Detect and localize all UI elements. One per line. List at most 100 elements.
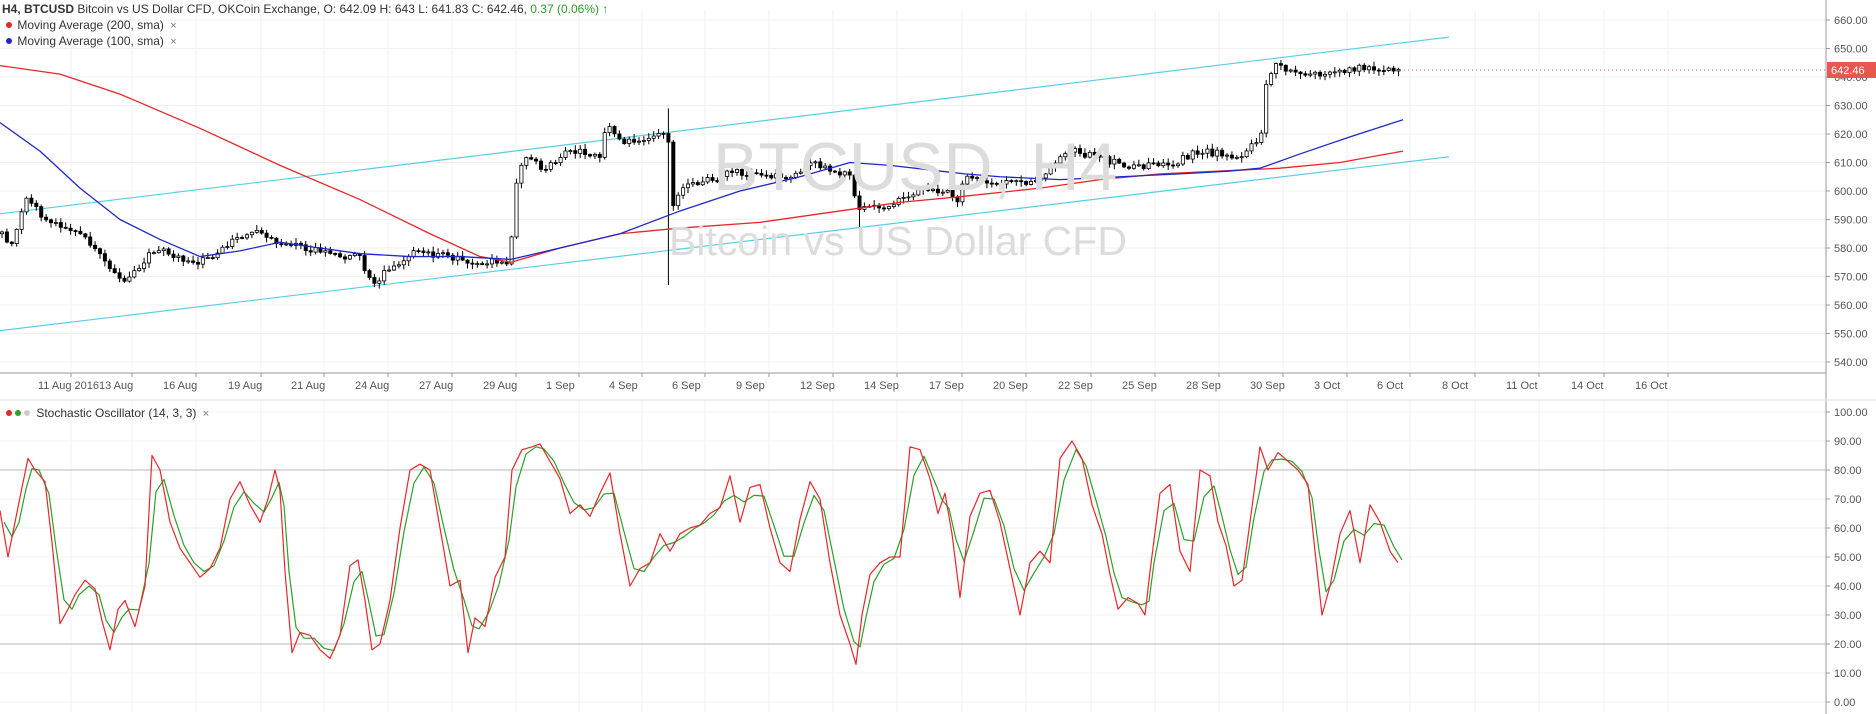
x-tick-label: 22 Sep (1058, 380, 1093, 392)
candle-body (960, 183, 965, 203)
candle-body (779, 173, 784, 178)
candle-body (1195, 150, 1200, 155)
candle-body (529, 157, 534, 160)
candle-body (146, 252, 151, 264)
x-tick-label: 14 Sep (864, 380, 899, 392)
candle-body (597, 153, 602, 158)
candle-body (980, 177, 985, 182)
candle-body (970, 175, 975, 179)
x-tick-label: 21 Aug (291, 380, 325, 392)
y-tick-label: 50.00 (1834, 552, 1862, 564)
candle-body (906, 196, 911, 199)
candle-body (117, 272, 122, 279)
stochastic-label: Stochastic Oscillator (14, 3, 3) (36, 406, 197, 420)
x-tick-label: 6 Oct (1377, 380, 1403, 392)
close-icon[interactable]: × (170, 20, 176, 32)
candle-body (813, 161, 818, 164)
candle-body (1288, 69, 1293, 72)
candle-body (519, 164, 524, 184)
candle-body (1092, 151, 1097, 156)
candle-body (1166, 162, 1171, 166)
candle-body (720, 176, 725, 183)
y-tick-label: 40.00 (1834, 581, 1862, 593)
candle-body (514, 182, 519, 238)
candle-body (49, 219, 54, 224)
ohlc-values: O: 642.09 H: 643 L: 641.83 C: 642.46, (323, 2, 527, 16)
candle-body (127, 276, 132, 282)
x-tick-label: 25 Sep (1122, 380, 1157, 392)
candle-body (1029, 181, 1034, 185)
candle-body (1352, 67, 1357, 72)
candle-body (83, 233, 88, 238)
candle-body (63, 226, 68, 229)
legend-ma200[interactable]: Moving Average (200, sma) × (2, 17, 177, 33)
candle-body (465, 259, 470, 264)
close-icon[interactable]: × (170, 36, 176, 48)
chart-canvas[interactable]: 660.00650.00640.00630.00620.00610.00600.… (0, 0, 1876, 714)
candle-body (583, 148, 588, 155)
ma100-line (0, 119, 1404, 261)
x-tick-label: 3 Oct (1314, 380, 1340, 392)
candle-body (264, 232, 269, 238)
candle-body (847, 171, 852, 176)
candle-body (1063, 153, 1068, 158)
x-tick-label: 12 Sep (800, 380, 835, 392)
candle-body (607, 126, 612, 134)
candle-body (739, 169, 744, 176)
candle-body (592, 153, 597, 157)
candle-body (553, 162, 558, 164)
candle-body (1156, 162, 1161, 167)
candle-body (808, 162, 813, 167)
candle-body (1259, 132, 1264, 143)
ma100-dot-icon (6, 38, 12, 45)
candle-body (705, 177, 710, 183)
y-tick-label: 0.00 (1834, 697, 1855, 709)
candle-body (1097, 154, 1102, 158)
candle-body (1053, 162, 1058, 168)
y-tick-label: 60.00 (1834, 523, 1862, 535)
candle-body (1043, 173, 1048, 179)
candle-body (29, 197, 34, 204)
candle-body (842, 171, 847, 176)
candle-body (161, 248, 166, 252)
candle-body (191, 260, 196, 263)
candle-body (637, 140, 642, 143)
y-tick-label: 660.00 (1834, 15, 1868, 27)
ma100-label: Moving Average (100, sma) (17, 34, 164, 48)
legend-ma100[interactable]: Moving Average (100, sma) × (2, 33, 177, 49)
candle-body (931, 188, 936, 191)
close-icon[interactable]: × (203, 408, 209, 420)
candle-body (1151, 162, 1156, 165)
y-tick-label: 80.00 (1834, 465, 1862, 477)
candle-body (112, 268, 117, 274)
candle-body (671, 141, 676, 207)
candle-body (1298, 71, 1303, 75)
candle-body (367, 270, 372, 278)
candle-body (632, 138, 637, 143)
candle-body (950, 189, 955, 198)
y-tick-label: 600.00 (1834, 186, 1868, 198)
x-tick-label: 14 Oct (1571, 380, 1603, 392)
y-tick-label: 580.00 (1834, 243, 1868, 255)
candle-body (14, 228, 19, 245)
candle-body (686, 183, 691, 189)
legend-stochastic[interactable]: Stochastic Oscillator (14, 3, 3) × (2, 405, 209, 421)
candle-body (352, 253, 357, 257)
candle-body (102, 253, 107, 262)
x-tick-label: 1 Sep (546, 380, 575, 392)
candle-body (205, 257, 210, 259)
x-tick-label: 8 Oct (1442, 380, 1468, 392)
candle-body (710, 177, 715, 181)
candle-body (504, 261, 509, 265)
x-tick-label: 11 Aug 2016 (38, 380, 99, 392)
candle-body (1283, 64, 1288, 72)
candle-body (396, 264, 401, 267)
stoch-k-line (0, 440, 1399, 665)
candle-body (1269, 73, 1274, 85)
candle-body (166, 248, 171, 255)
candle-body (249, 231, 254, 236)
candle-body (524, 157, 529, 166)
candle-body (837, 171, 842, 176)
y-tick-label: 70.00 (1834, 494, 1862, 506)
last-price-label: 642.46 (1831, 65, 1865, 77)
